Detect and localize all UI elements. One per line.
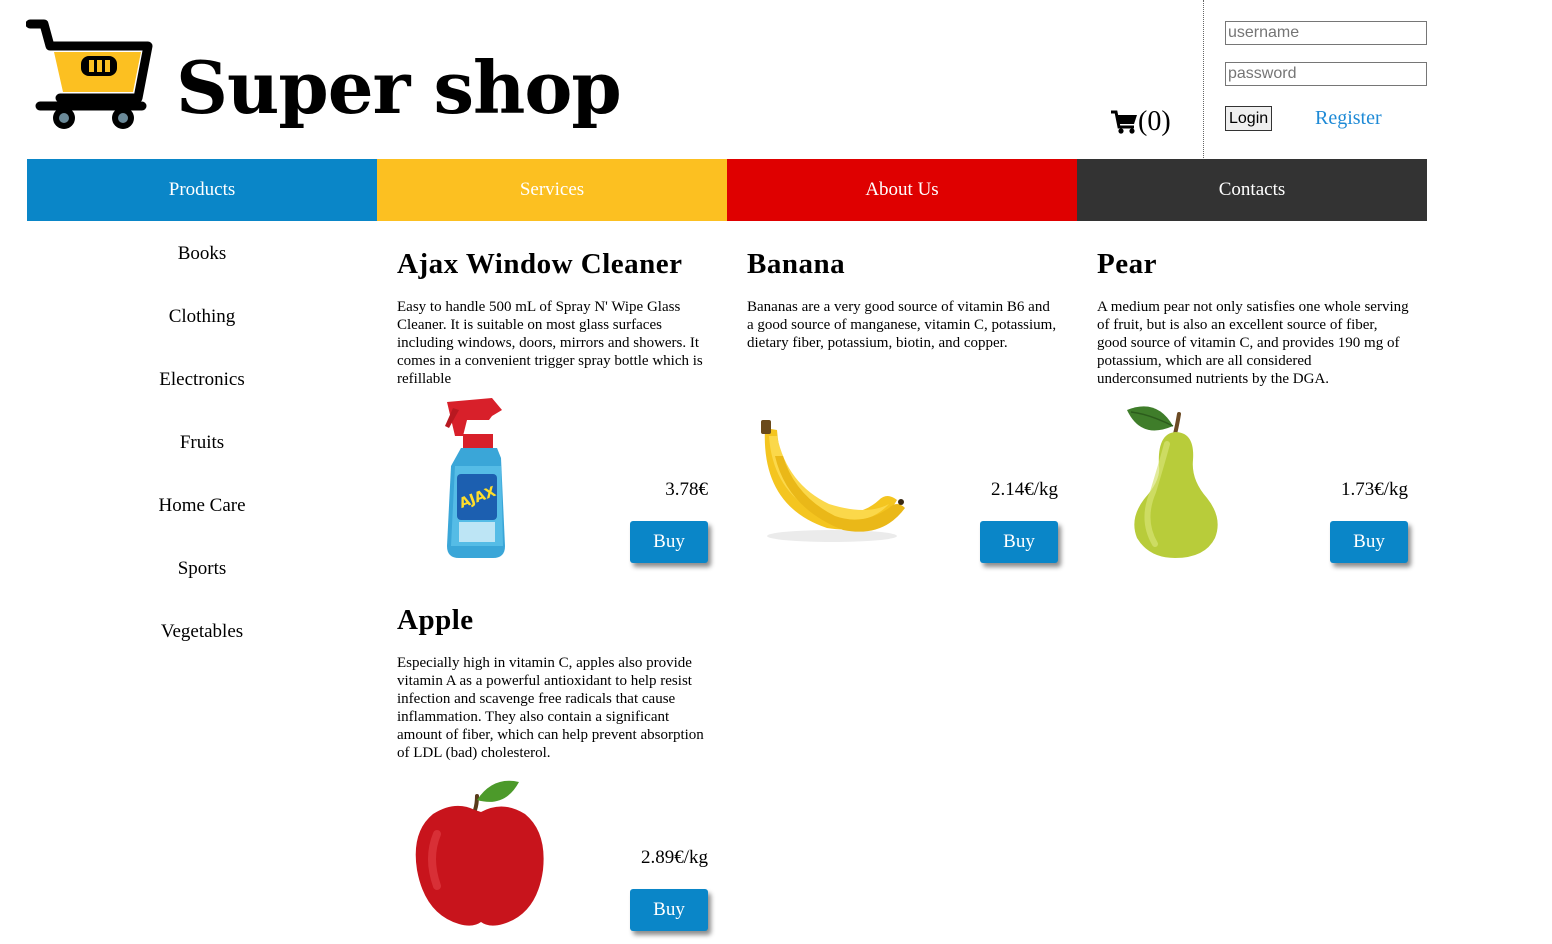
product-card: Apple Especially high in vitamin C, appl… — [397, 584, 727, 934]
shopping-cart-logo-icon — [26, 19, 153, 129]
header-divider — [1203, 0, 1204, 158]
category-sidebar: Books Clothing Electronics Fruits Home C… — [27, 222, 377, 663]
nav-services[interactable]: Services — [377, 159, 727, 221]
product-description: Especially high in vitamin C, apples als… — [397, 655, 704, 761]
product-description: A medium pear not only satisfies one who… — [1097, 299, 1409, 387]
cart-icon — [1111, 110, 1137, 134]
product-price: 2.14€/kg — [990, 479, 1058, 500]
product-price: 3.78€ — [665, 479, 708, 500]
product-title: Banana — [747, 248, 846, 280]
category-vegetables[interactable]: Vegetables — [27, 600, 377, 663]
category-books[interactable]: Books — [27, 222, 377, 285]
apple-image — [415, 780, 544, 926]
product-price: 2.89€/kg — [640, 847, 708, 868]
cart-link[interactable]: (0) — [1110, 104, 1171, 140]
nav-about-us[interactable]: About Us — [727, 159, 1077, 221]
site-logo[interactable]: Super shop — [26, 18, 622, 138]
login-button[interactable]: Login — [1225, 106, 1273, 131]
username-input[interactable] — [1225, 21, 1427, 45]
product-description: Easy to handle 500 mL of Spray N' Wipe G… — [397, 299, 703, 387]
category-fruits[interactable]: Fruits — [27, 411, 377, 474]
banana-image — [761, 420, 905, 542]
product-card: Pear A medium pear not only satisfies on… — [1097, 228, 1427, 578]
product-title: Pear — [1097, 248, 1157, 280]
password-input[interactable] — [1225, 62, 1427, 86]
buy-button[interactable]: Buy — [630, 521, 708, 563]
cart-count: (0) — [1138, 106, 1171, 137]
nav-contacts[interactable]: Contacts — [1077, 159, 1427, 221]
category-home-care[interactable]: Home Care — [27, 474, 377, 537]
site-title: Super shop — [176, 45, 622, 130]
product-card: Ajax Window Cleaner Easy to handle 500 m… — [397, 228, 727, 578]
register-link[interactable]: Register — [1315, 106, 1382, 131]
product-title: Ajax Window Cleaner — [397, 248, 683, 280]
nav-products[interactable]: Products — [27, 159, 377, 221]
main-nav: Products Services About Us Contacts — [27, 159, 1427, 221]
category-clothing[interactable]: Clothing — [27, 285, 377, 348]
product-price: 1.73€/kg — [1340, 479, 1408, 500]
buy-button[interactable]: Buy — [1330, 521, 1408, 563]
buy-button[interactable]: Buy — [980, 521, 1058, 563]
product-title: Apple — [397, 604, 474, 636]
buy-button[interactable]: Buy — [630, 889, 708, 931]
product-card: Banana Bananas are a very good source of… — [747, 228, 1077, 578]
category-sports[interactable]: Sports — [27, 537, 377, 600]
pear-image — [1127, 406, 1218, 558]
product-description: Bananas are a very good source of vitami… — [747, 299, 1057, 351]
spray-bottle-image: AJAX — [445, 398, 505, 558]
category-electronics[interactable]: Electronics — [27, 348, 377, 411]
